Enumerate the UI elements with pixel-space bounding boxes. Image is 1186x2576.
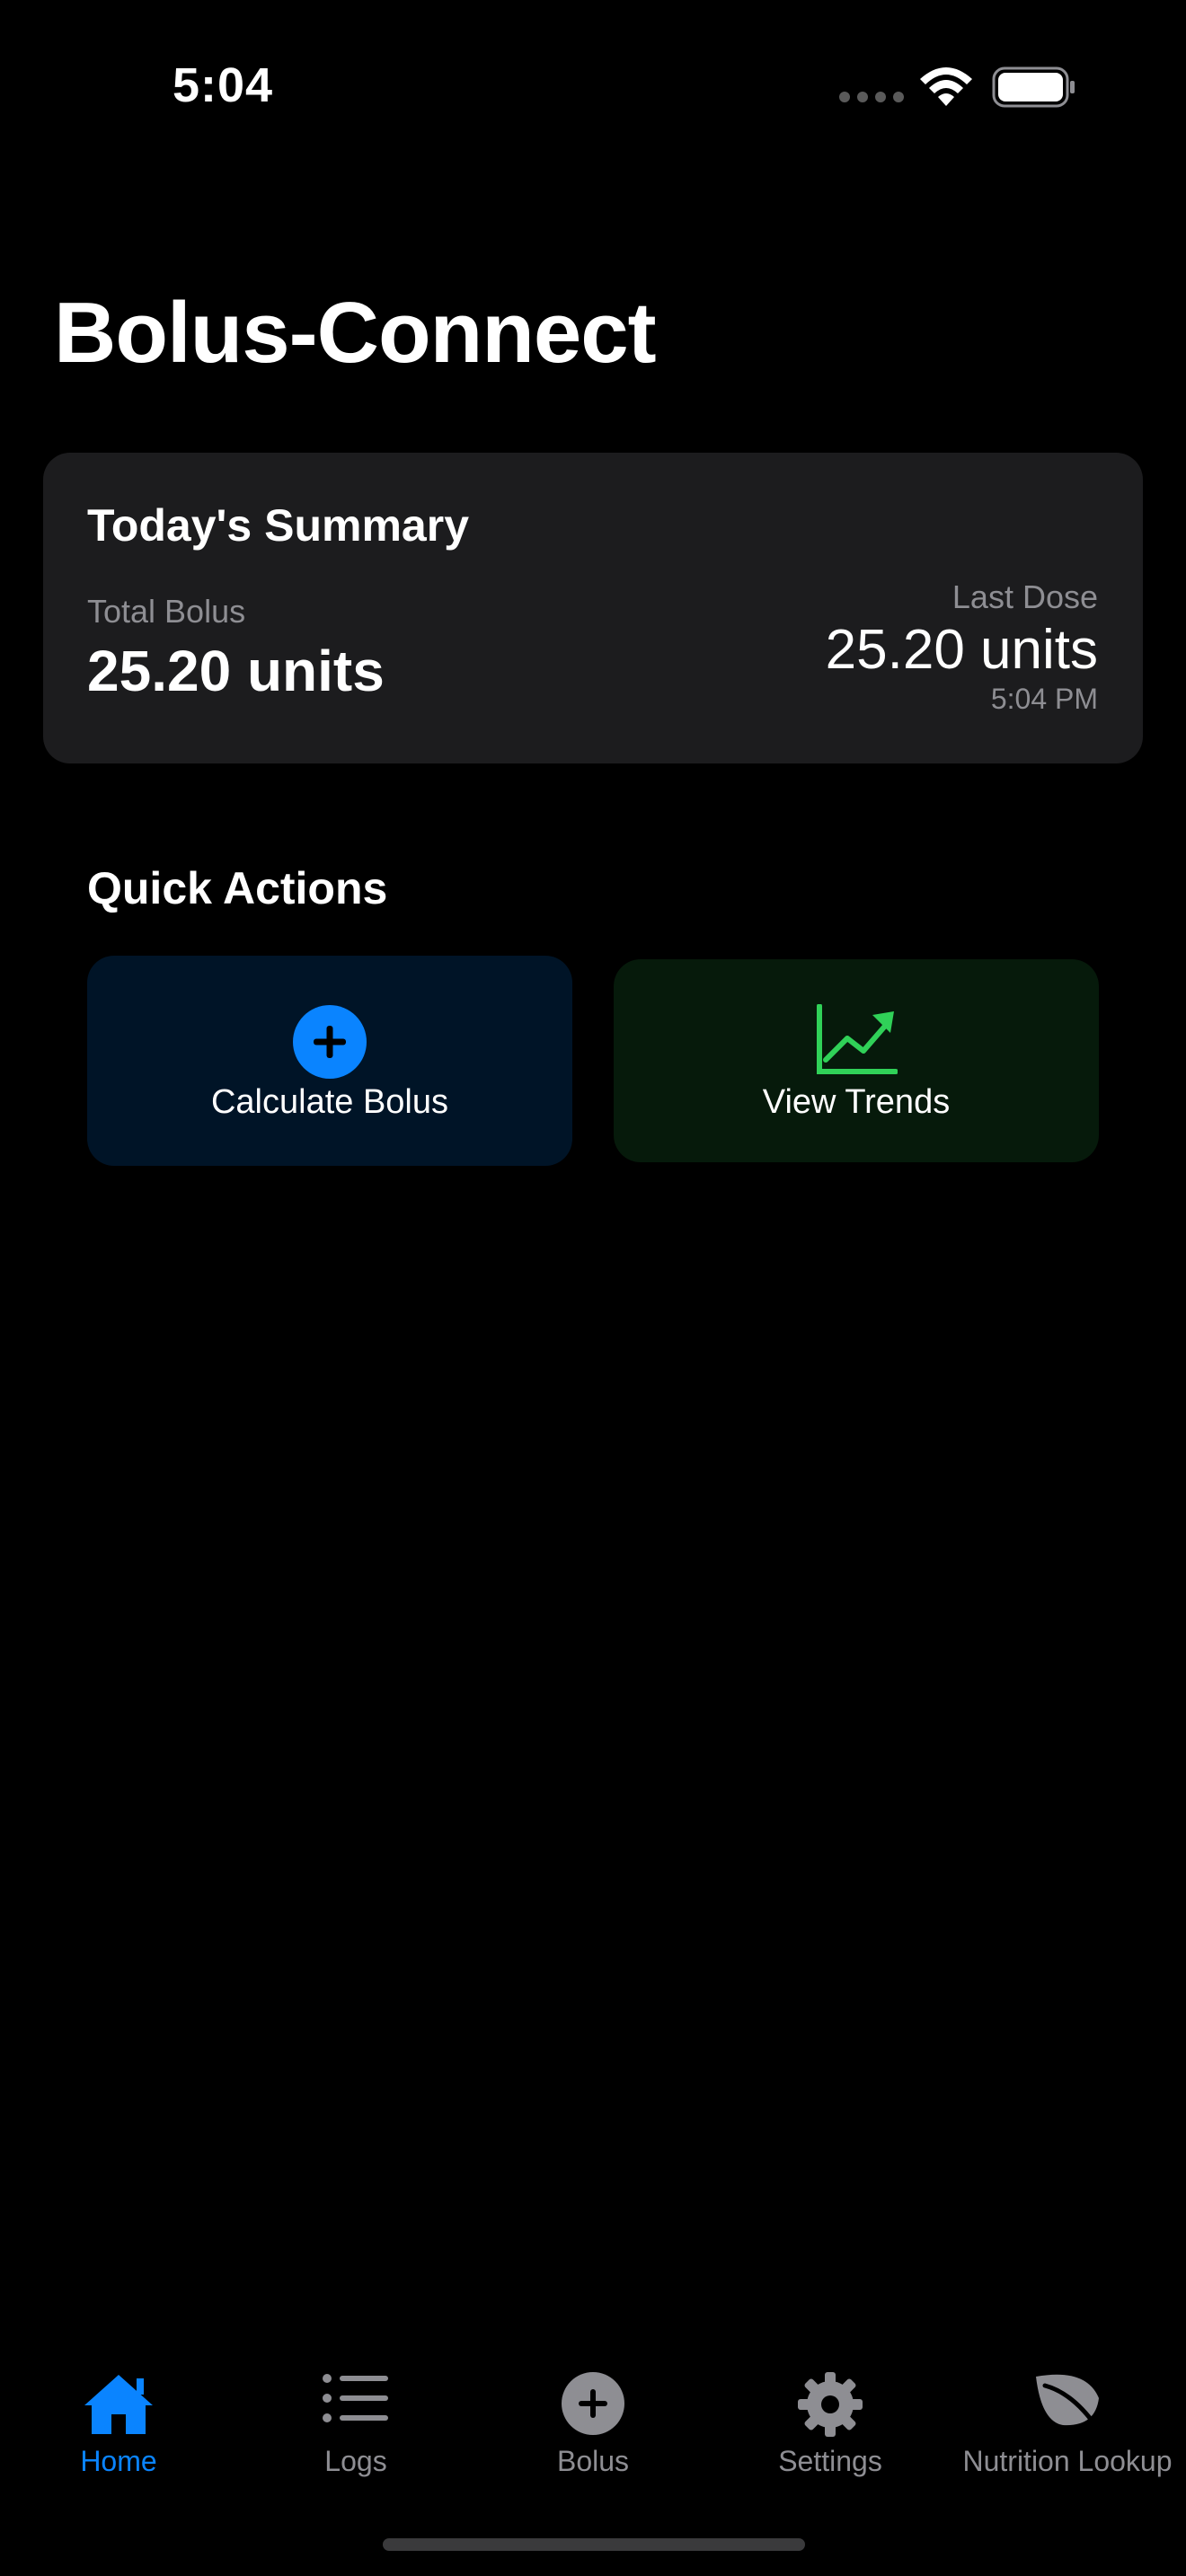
tab-nutrition-lookup[interactable]: Nutrition Lookup [949, 2353, 1186, 2488]
tab-settings-label: Settings [778, 2445, 882, 2477]
total-bolus-value: 25.20 units [87, 639, 385, 703]
house-icon [84, 2375, 153, 2434]
page-title: Bolus-Connect [54, 285, 657, 381]
home-indicator [383, 2538, 805, 2551]
list-icon [323, 2374, 388, 2422]
battery-icon [992, 66, 1075, 108]
tab-home[interactable]: Home [0, 2353, 237, 2488]
tab-logs-label: Logs [324, 2445, 387, 2477]
chart-line-uptrend-icon [817, 1004, 898, 1074]
gear-icon [798, 2372, 863, 2437]
tab-bolus-label: Bolus [556, 2445, 630, 2477]
status-bar: 5:04 [0, 0, 1186, 180]
total-bolus-label: Total Bolus [87, 593, 246, 630]
tab-logs[interactable]: Logs [237, 2353, 474, 2488]
summary-title: Today's Summary [87, 500, 469, 551]
view-trends-button[interactable]: View Trends [614, 959, 1099, 1162]
summary-card: Today's Summary Total Bolus 25.20 units … [43, 453, 1143, 763]
tab-nutrition-lookup-label: Nutrition Lookup [962, 2445, 1173, 2477]
status-time: 5:04 [173, 58, 274, 112]
leaf-icon [1036, 2374, 1099, 2428]
last-dose-value: 25.20 units [825, 619, 1098, 681]
calculate-bolus-label: Calculate Bolus [210, 1083, 449, 1121]
tab-settings[interactable]: Settings [712, 2353, 949, 2488]
quick-actions-title: Quick Actions [87, 863, 388, 913]
view-trends-label: View Trends [762, 1083, 951, 1121]
wifi-icon [920, 67, 972, 106]
signal-dots-icon [839, 92, 904, 102]
plus-circle-icon [562, 2372, 624, 2435]
last-dose-time: 5:04 PM [990, 683, 1098, 715]
plus-circle-icon [293, 1005, 367, 1079]
tab-bolus[interactable]: Bolus [474, 2353, 712, 2488]
tab-home-label: Home [80, 2445, 157, 2477]
calculate-bolus-button[interactable]: Calculate Bolus [87, 956, 572, 1166]
last-dose-label: Last Dose [951, 578, 1098, 615]
